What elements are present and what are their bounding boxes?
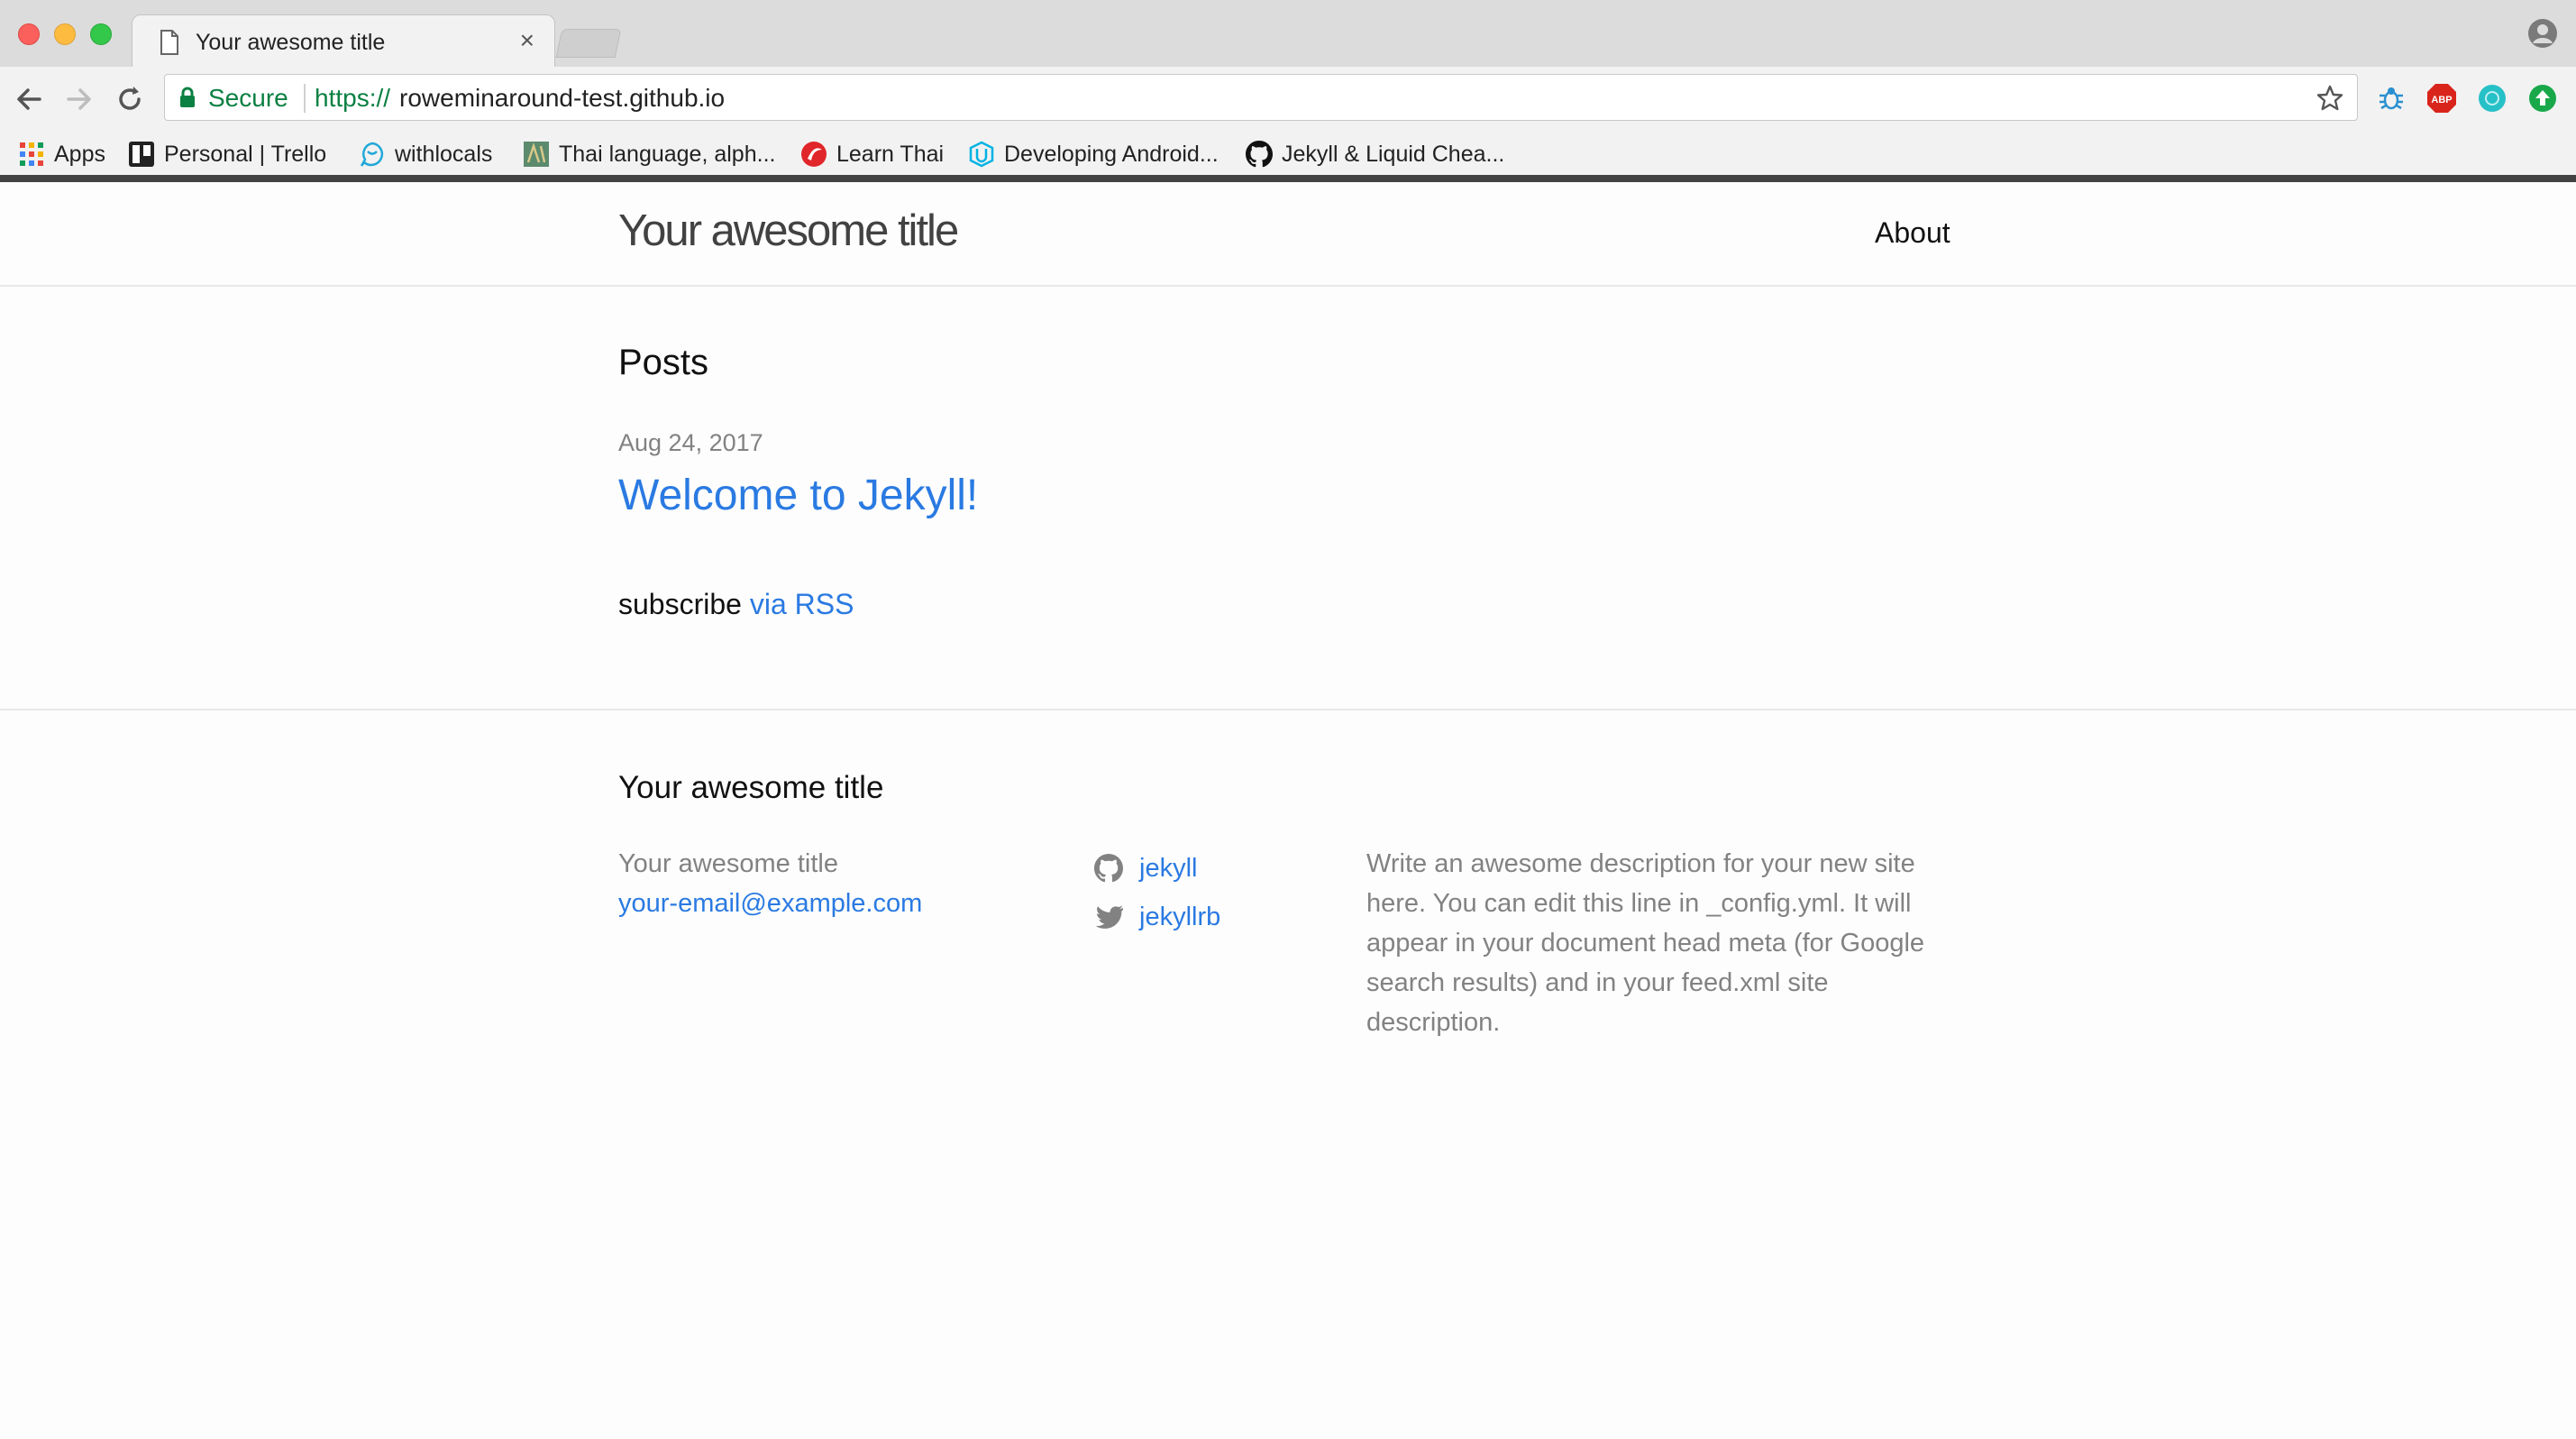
udacity-icon [969,141,994,168]
bookmark-trello[interactable]: Personal | Trello [128,132,326,177]
footer-email-link[interactable]: your-email@example.com [618,884,922,923]
page-content: Your awesome title About Posts Aug 24, 2… [0,182,2576,1439]
bookmark-label: Apps [54,141,105,167]
subscribe-line: subscribe via RSS [618,588,854,621]
github-username-link[interactable]: jekyll [1139,844,1197,893]
bug-extension-icon[interactable] [2376,83,2407,114]
apps-grid-icon [20,142,43,166]
github-icon [1094,854,1123,883]
bookmark-developing-android[interactable]: Developing Android... [968,132,1219,177]
close-window-button[interactable] [18,23,40,45]
address-bar[interactable]: Secure https:// roweminaround-test.githu… [164,74,2358,121]
subscribe-text: subscribe [618,588,742,620]
bookmark-apps[interactable]: Apps [18,132,105,177]
teal-circle-extension-icon[interactable] [2477,83,2507,114]
thai-language-icon [524,142,549,167]
forward-icon[interactable] [63,83,96,115]
twitter-icon [1095,905,1123,929]
trello-icon [129,142,154,167]
posts-heading: Posts [618,343,709,382]
footer-site-name: Your awesome title [618,849,838,878]
post-title-link[interactable]: Welcome to Jekyll! [618,471,978,520]
adblock-plus-icon[interactable]: ABP [2426,83,2457,114]
bookmark-withlocals[interactable]: withlocals [359,132,492,177]
address-divider [304,84,306,113]
browser-tab-active[interactable]: Your awesome title × [132,14,555,67]
bookmark-label: Jekyll & Liquid Chea... [1282,141,1505,167]
bookmarks-bar: Apps Personal | Trello withlocals Thai l… [0,132,2576,177]
browser-toolbar: Secure https:// roweminaround-test.githu… [0,67,2576,132]
new-tab-button[interactable] [555,29,622,58]
rss-link[interactable]: via RSS [750,588,854,620]
secure-label: Secure [208,84,288,112]
lock-icon [180,87,195,107]
bookmark-label: Developing Android... [1004,141,1219,167]
github-social-item: jekyll [1094,844,1220,893]
tab-close-icon[interactable]: × [520,28,534,53]
withlocals-icon [360,142,384,167]
footer-description: Write an awesome description for your ne… [1366,849,1925,1037]
site-title-link[interactable]: Your awesome title [618,206,959,256]
bookmark-label: withlocals [395,141,493,167]
site-header: Your awesome title About [0,182,2576,287]
site-footer: Your awesome title Your awesome title yo… [0,709,2576,1439]
twitter-username-link[interactable]: jekyllrb [1139,893,1220,941]
green-upload-extension-icon[interactable] [2527,83,2558,114]
post-date: Aug 24, 2017 [618,429,763,456]
bookmark-thai-language[interactable]: Thai language, alph... [523,132,775,177]
nav-about-link[interactable]: About [1875,216,1950,250]
bookmark-jekyll-liquid[interactable]: Jekyll & Liquid Chea... [1246,132,1504,177]
chrome-divider [0,175,2576,182]
twitter-social-item: jekyllrb [1094,893,1220,941]
bookmark-label: Personal | Trello [164,141,327,167]
bookmark-label: Thai language, alph... [559,141,776,167]
reload-icon[interactable] [114,83,146,115]
document-icon [160,30,178,55]
fullscreen-window-button[interactable] [90,23,112,45]
browser-titlebar: Your awesome title × [0,0,2576,67]
footer-heading: Your awesome title [618,770,884,805]
profile-icon[interactable] [2527,18,2558,49]
learn-thai-icon [801,142,827,167]
footer-social: jekyll jekyllrb [1094,844,1220,941]
github-icon [1246,141,1273,168]
bookmark-learn-thai[interactable]: Learn Thai [800,132,944,177]
back-icon[interactable] [13,83,45,115]
minimize-window-button[interactable] [54,23,76,45]
url-host: roweminaround-test.github.io [399,84,726,112]
bookmark-label: Learn Thai [836,141,945,167]
footer-contact: Your awesome title your-email@example.co… [618,844,922,923]
url-scheme: https:// [315,84,391,112]
svg-text:ABP: ABP [2431,95,2452,105]
bookmark-star-icon[interactable] [2316,84,2344,113]
tab-title: Your awesome title [196,30,386,55]
